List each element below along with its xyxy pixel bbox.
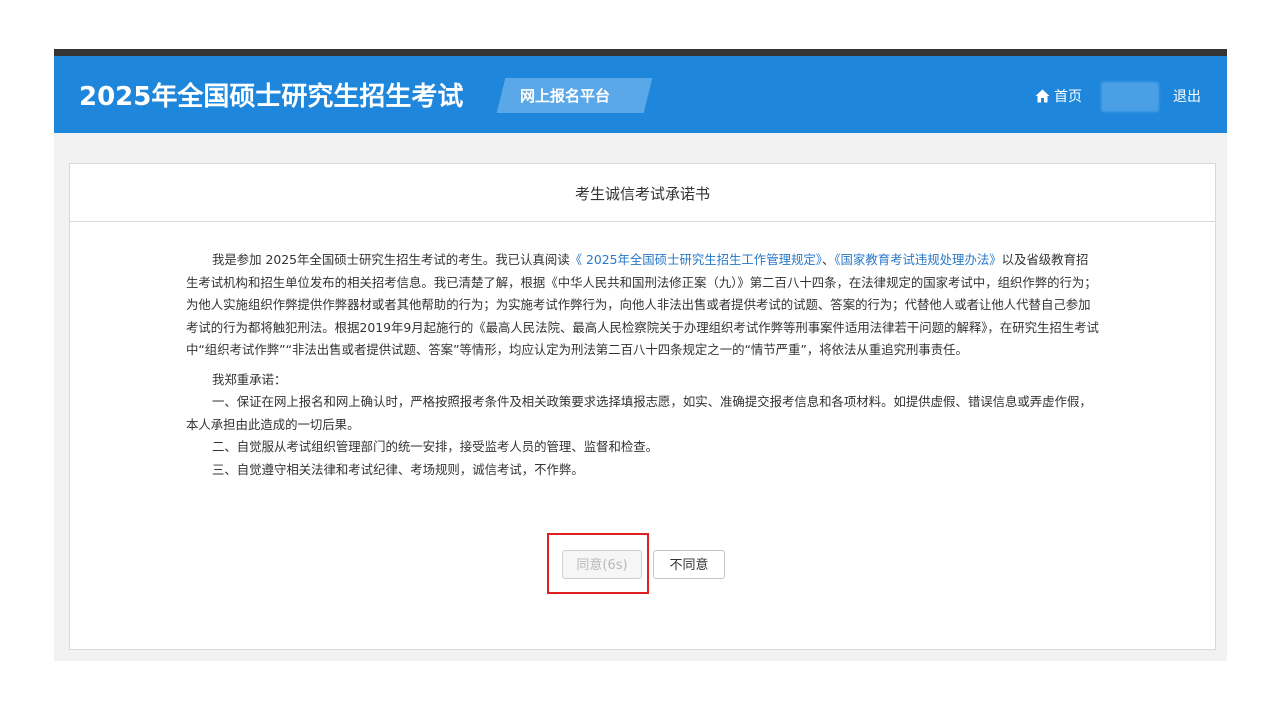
home-icon (1035, 89, 1050, 103)
agree-button[interactable]: 同意(6s) (562, 550, 642, 579)
pledge-card: 考生诚信考试承诺书 我是参加 2025年全国硕士研究生招生考试的考生。我已认真阅… (69, 163, 1216, 650)
para1-rest: 以及省级教育招生考试机构和招生单位发布的相关招考信息。我已清楚了解，根据《中华人… (186, 252, 1099, 357)
app-frame: 2025年全国硕士研究生招生考试 网上报名平台 首页 退出 考生诚信考试承诺书 … (54, 49, 1227, 661)
site-title: 2025年全国硕士研究生招生考试 (79, 82, 464, 112)
top-strip (54, 49, 1227, 56)
username-redacted (1101, 82, 1159, 112)
card-title: 考生诚信考试承诺书 (70, 164, 1215, 222)
logout-link[interactable]: 退出 (1173, 86, 1201, 106)
pledge-item-2: 二、自觉服从考试组织管理部门的统一安排，接受监考人员的管理、监督和检查。 (212, 439, 659, 454)
home-link[interactable]: 首页 (1035, 86, 1082, 106)
para1-intro: 我是参加 2025年全国硕士研究生招生考试的考生。我已认真阅读 (212, 252, 570, 267)
link-management-rules[interactable]: 《 2025年全国硕士研究生招生工作管理规定》 (570, 252, 822, 267)
pledge-text: 我是参加 2025年全国硕士研究生招生考试的考生。我已认真阅读《 2025年全国… (186, 249, 1100, 481)
para1-separator: 、 (821, 252, 835, 267)
home-link-label: 首页 (1054, 89, 1082, 105)
pledge-item-1: 一、保证在网上报名和网上确认时，严格按照报考条件及相关政策要求选择填报志愿，如实… (186, 394, 1092, 432)
pledge-paragraph-1: 我是参加 2025年全国硕士研究生招生考试的考生。我已认真阅读《 2025年全国… (186, 249, 1100, 362)
pledge-item-3: 三、自觉遵守相关法律和考试纪律、考场规则，诚信考试，不作弊。 (212, 461, 584, 477)
pledge-intro: 我郑重承诺： (212, 371, 287, 387)
site-header: 2025年全国硕士研究生招生考试 网上报名平台 首页 退出 (54, 56, 1227, 133)
link-violation-rules[interactable]: 《国家教育考试违规处理办法》 (834, 252, 1001, 267)
platform-badge-label: 网上报名平台 (520, 87, 611, 105)
disagree-button[interactable]: 不同意 (653, 550, 725, 579)
